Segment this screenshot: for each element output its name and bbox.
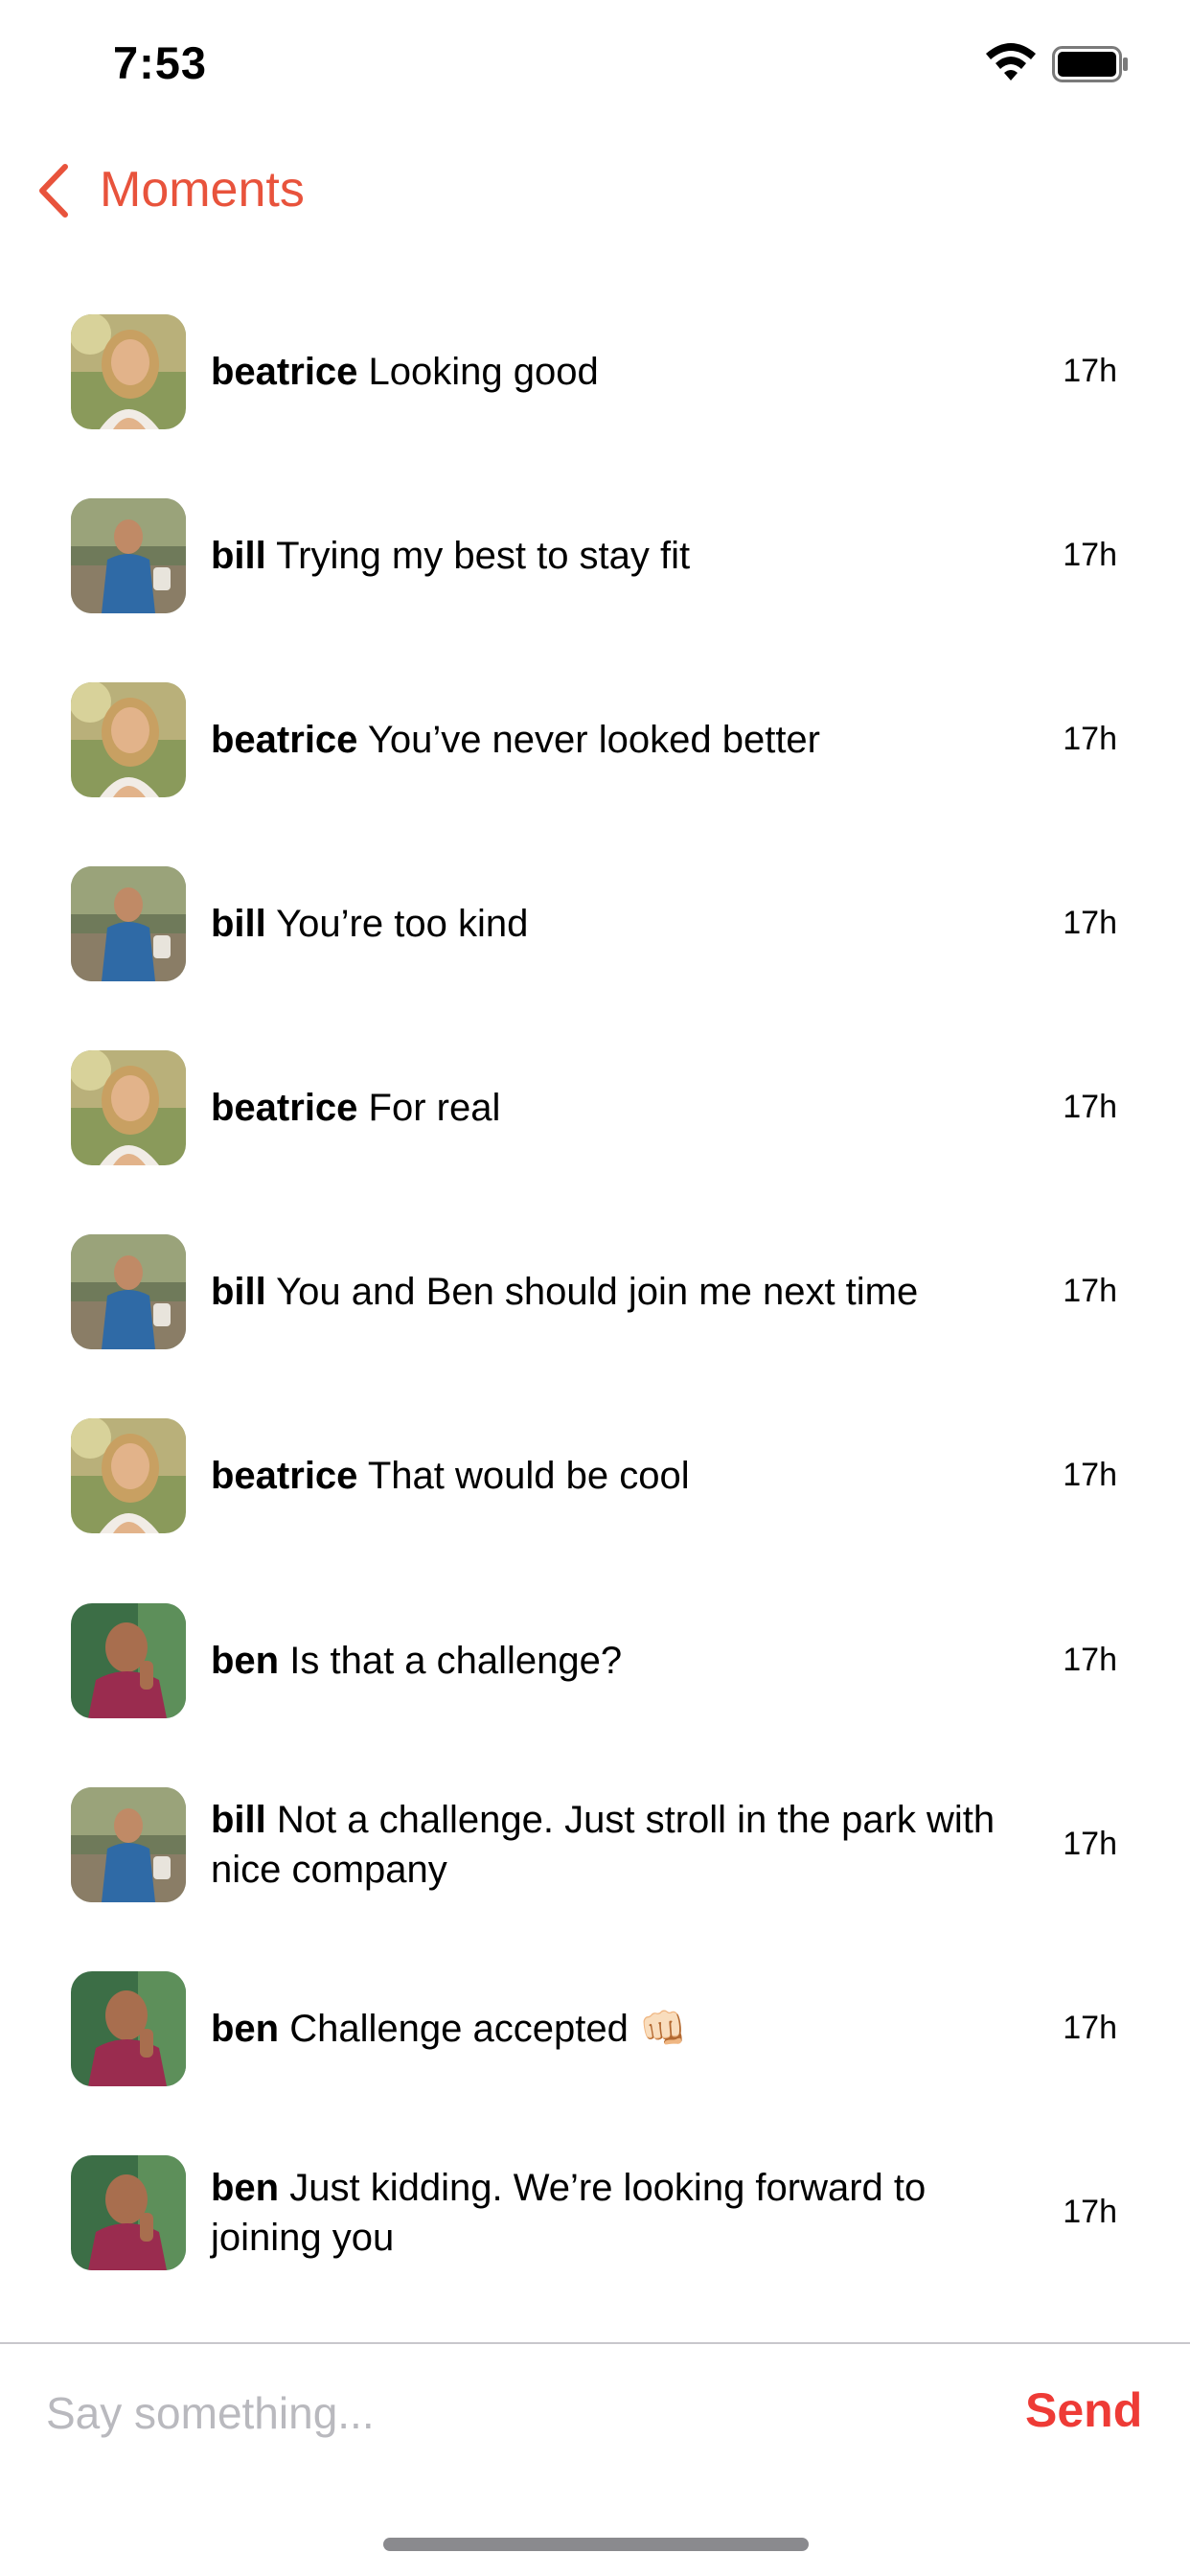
comment-username[interactable]: ben <box>211 2167 279 2209</box>
battery-icon <box>1052 46 1128 82</box>
comment-username[interactable]: ben <box>211 2008 279 2050</box>
comment-timestamp: 17h <box>1063 905 1117 942</box>
comment-timestamp: 17h <box>1063 2009 1117 2046</box>
avatar[interactable] <box>71 1602 186 1718</box>
comment-username[interactable]: bill <box>211 903 266 945</box>
comment-timestamp: 17h <box>1063 1089 1117 1126</box>
comment-row[interactable]: bill Trying my best to stay fit 17h <box>0 464 1190 648</box>
comment-row[interactable]: beatrice You’ve never looked better 17h <box>0 648 1190 832</box>
comment-text: beatrice For real <box>211 1083 1016 1133</box>
avatar[interactable] <box>71 1050 186 1166</box>
comment-text: ben Is that a challenge? <box>211 1636 1016 1686</box>
comment-body: Just kidding. We’re looking forward to j… <box>211 2166 927 2259</box>
comment-timestamp: 17h <box>1063 537 1117 574</box>
comment-timestamp: 17h <box>1063 1273 1117 1310</box>
comment-timestamp: 17h <box>1063 353 1117 389</box>
comment-timestamp: 17h <box>1063 2193 1117 2230</box>
avatar[interactable] <box>71 866 186 982</box>
composer-divider <box>0 2342 1190 2344</box>
avatar[interactable] <box>71 682 186 798</box>
comment-row[interactable]: beatrice Looking good 17h <box>0 280 1190 464</box>
comment-body: Trying my best to stay fit <box>276 535 691 578</box>
comment-timestamp: 17h <box>1063 1641 1117 1678</box>
comment-username[interactable]: bill <box>211 535 266 577</box>
comment-row[interactable]: beatrice That would be cool 17h <box>0 1384 1190 1568</box>
status-time: 7:53 <box>113 37 208 88</box>
comment-text: bill You and Ben should join me next tim… <box>211 1267 1016 1317</box>
comment-username[interactable]: bill <box>211 1271 266 1313</box>
comment-username[interactable]: beatrice <box>211 1087 357 1129</box>
avatar[interactable] <box>71 2154 186 2270</box>
comment-body: You’re too kind <box>276 903 529 946</box>
back-button[interactable]: Moments <box>100 161 305 218</box>
avatar[interactable] <box>71 1234 186 1350</box>
comment-body: Challenge accepted 👊🏻 <box>289 2007 687 2050</box>
comment-text: bill Trying my best to stay fit <box>211 531 1016 581</box>
comment-timestamp: 17h <box>1063 1457 1117 1494</box>
avatar[interactable] <box>71 498 186 614</box>
comment-text: beatrice That would be cool <box>211 1451 1016 1501</box>
comment-input[interactable] <box>46 2384 966 2442</box>
avatar[interactable] <box>71 1970 186 2086</box>
avatar[interactable] <box>71 1418 186 1534</box>
comment-text: beatrice Looking good <box>211 347 1016 397</box>
comment-text: bill You’re too kind <box>211 899 1016 949</box>
comment-row[interactable]: bill You and Ben should join me next tim… <box>0 1200 1190 1384</box>
comment-timestamp: 17h <box>1063 721 1117 758</box>
comment-body: Looking good <box>368 351 599 393</box>
comment-body: For real <box>368 1087 501 1130</box>
wifi-icon <box>986 43 1036 80</box>
comment-timestamp: 17h <box>1063 1825 1117 1862</box>
comment-body: Is that a challenge? <box>289 1639 623 1682</box>
comment-username[interactable]: beatrice <box>211 719 357 761</box>
avatar[interactable] <box>71 1786 186 1902</box>
avatar[interactable] <box>71 314 186 429</box>
comment-body: You and Ben should join me next time <box>276 1271 919 1314</box>
status-bar: 7:53 <box>0 0 1190 129</box>
comment-text: ben Challenge accepted 👊🏻 <box>211 2004 1016 2054</box>
comment-text: bill Not a challenge. Just stroll in the… <box>211 1795 1016 1895</box>
comment-username[interactable]: ben <box>211 1640 279 1682</box>
comment-row[interactable]: bill Not a challenge. Just stroll in the… <box>0 1753 1190 1937</box>
comment-text: ben Just kidding. We’re looking forward … <box>211 2163 1016 2263</box>
comment-username[interactable]: beatrice <box>211 1455 357 1497</box>
comment-body: Not a challenge. Just stroll in the park… <box>211 1798 995 1891</box>
comment-row[interactable]: ben Just kidding. We’re looking forward … <box>0 2121 1190 2305</box>
chevron-left-icon[interactable] <box>34 161 73 220</box>
comment-text: beatrice You’ve never looked better <box>211 715 1016 765</box>
comment-username[interactable]: bill <box>211 1799 266 1841</box>
home-indicator <box>383 2538 809 2551</box>
comment-body: That would be cool <box>367 1455 690 1498</box>
comment-username[interactable]: beatrice <box>211 351 357 393</box>
comment-row[interactable]: beatrice For real 17h <box>0 1016 1190 1200</box>
comment-row[interactable]: ben Is that a challenge? 17h <box>0 1569 1190 1753</box>
comment-body: You’ve never looked better <box>367 719 820 762</box>
send-button[interactable]: Send <box>1025 2382 1142 2438</box>
comment-row[interactable]: bill You’re too kind 17h <box>0 832 1190 1016</box>
comment-row[interactable]: ben Challenge accepted 👊🏻 17h <box>0 1937 1190 2121</box>
